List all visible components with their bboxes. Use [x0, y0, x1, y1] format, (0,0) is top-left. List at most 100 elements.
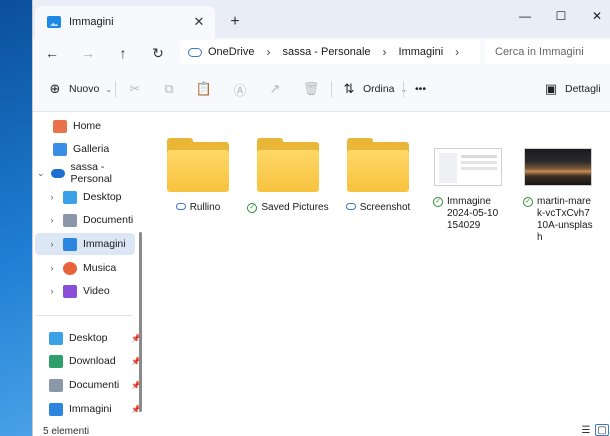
sidebar-item-pictures[interactable]: › Immagini	[35, 233, 135, 255]
sort-button[interactable]: ⇅ Ordina ⌄	[341, 79, 408, 99]
sidebar-item-label: Video	[83, 285, 110, 297]
item-name: Saved Pictures	[261, 202, 329, 213]
download-icon	[49, 354, 63, 368]
sort-button-label: Ordina	[363, 83, 395, 95]
breadcrumb-onedrive[interactable]: OneDrive	[208, 46, 254, 58]
quick-access-documents[interactable]: Documenti 📌	[45, 374, 141, 396]
scissors-icon: ✂	[129, 81, 141, 96]
desktop-icon	[49, 331, 63, 345]
sidebar-item-gallery[interactable]: Galleria	[35, 138, 135, 160]
command-bar: ⊕ Nuovo ⌄ ✂ ⧉ 📋 Ⓐ ↗ 🗑 ⇅ Ordina ⌄ ••• ▣ D…	[33, 66, 610, 112]
title-bar: Immagini ✕ + — ☐ ✕	[33, 0, 610, 38]
quick-access-download[interactable]: Download 📌	[45, 350, 141, 372]
maximize-button[interactable]: ☐	[543, 6, 579, 26]
details-pane-icon: ▣	[544, 81, 558, 96]
folder-item[interactable]: ✓ Saved Pictures	[243, 138, 333, 214]
details-button[interactable]: ▣ Dettagli	[543, 79, 601, 99]
new-button[interactable]: ⊕ Nuovo ⌄	[47, 79, 113, 99]
breadcrumb-separator[interactable]: ›	[383, 45, 387, 59]
synced-check-icon: ✓	[523, 197, 533, 207]
sidebar-item-label: Download	[69, 355, 116, 367]
share-button[interactable]: ↗	[267, 79, 283, 99]
cut-button[interactable]: ✂	[127, 79, 143, 99]
home-icon	[53, 119, 67, 133]
expand-closed-icon[interactable]: ›	[45, 263, 59, 273]
paste-button[interactable]: 📋	[196, 79, 212, 99]
tiles-view-icon[interactable]: ▢	[595, 424, 609, 436]
refresh-button[interactable]: ↻	[147, 42, 169, 64]
details-button-label: Dettagli	[565, 83, 601, 95]
rename-icon: Ⓐ	[233, 82, 247, 98]
new-tab-button[interactable]: +	[225, 12, 245, 32]
item-name: martin-marek-vcTxCvh710A-unsplash	[537, 196, 593, 243]
quick-access-desktop[interactable]: Desktop 📌	[45, 327, 141, 349]
sidebar-divider	[37, 315, 133, 316]
folder-item[interactable]: Rullino	[153, 138, 243, 214]
copy-button[interactable]: ⧉	[161, 79, 177, 99]
video-icon	[63, 284, 77, 298]
file-item[interactable]: ✓ Immagine 2024-05-10 154029	[423, 142, 513, 232]
item-name: Rullino	[189, 202, 221, 213]
navigation-pane: Home Galleria ⌄ sassa - Personal › Deskt…	[33, 112, 143, 424]
up-button[interactable]: ↑	[112, 42, 134, 64]
forward-button[interactable]: →	[77, 42, 99, 64]
details-view-icon[interactable]: ☰	[579, 424, 593, 436]
documents-icon	[49, 378, 63, 392]
breadcrumb-separator[interactable]: ›	[266, 45, 270, 59]
item-name: Immagine 2024-05-10 154029	[447, 196, 499, 231]
onedrive-cloud-icon	[188, 47, 202, 57]
sidebar-item-home[interactable]: Home	[35, 115, 135, 137]
item-label: ✓ Immagine 2024-05-10 154029	[433, 196, 503, 232]
minimize-button[interactable]: —	[507, 6, 543, 26]
trash-icon: 🗑	[302, 81, 320, 96]
sidebar-item-label: Documenti	[83, 214, 134, 226]
toolbar-divider	[331, 81, 332, 97]
expand-closed-icon[interactable]: ›	[45, 286, 59, 296]
tab-title: Immagini	[69, 16, 114, 28]
gallery-icon	[53, 142, 67, 156]
search-input[interactable]: Cerca in Immagini	[485, 40, 610, 64]
tab-immagini[interactable]: Immagini ✕	[35, 6, 215, 38]
item-label: Screenshot	[345, 202, 410, 214]
breadcrumb-separator[interactable]: ›	[455, 45, 459, 59]
sidebar-item-label: Immagini	[69, 403, 112, 415]
clipboard-icon: 📋	[195, 81, 213, 96]
sidebar-item-label: Desktop	[83, 191, 122, 203]
delete-button[interactable]: 🗑	[302, 79, 320, 99]
documents-icon	[63, 213, 77, 227]
rename-button[interactable]: Ⓐ	[232, 79, 248, 99]
expand-closed-icon[interactable]: ›	[45, 215, 59, 225]
sidebar-item-onedrive[interactable]: ⌄ sassa - Personal	[35, 161, 135, 185]
expand-closed-icon[interactable]: ›	[45, 239, 59, 249]
sidebar-item-label: Desktop	[69, 332, 108, 344]
file-item[interactable]: ✓ martin-marek-vcTxCvh710A-unsplash	[513, 142, 603, 244]
expand-closed-icon[interactable]: ›	[45, 192, 59, 202]
sidebar-item-music[interactable]: › Musica	[45, 257, 135, 279]
sidebar-item-desktop[interactable]: › Desktop	[45, 186, 135, 208]
sidebar-item-label: Musica	[83, 262, 117, 274]
folder-item[interactable]: Screenshot	[333, 138, 423, 214]
back-button[interactable]: ←	[41, 42, 63, 64]
synced-check-icon: ✓	[247, 203, 258, 213]
file-list: Rullino ✓ Saved Pictures Screenshot ✓ Im…	[147, 112, 610, 424]
more-options-button[interactable]: •••	[415, 79, 426, 99]
sidebar-item-video[interactable]: › Video	[45, 280, 135, 302]
close-tab-icon[interactable]: ✕	[191, 14, 207, 30]
sort-arrows-icon: ⇅	[343, 81, 355, 96]
breadcrumb-immagini[interactable]: Immagini	[399, 46, 444, 58]
pictures-folder-icon	[47, 16, 61, 28]
sidebar-item-documents[interactable]: › Documenti	[45, 209, 135, 231]
breadcrumb-personal[interactable]: sassa - Personale	[282, 46, 370, 58]
sidebar-item-label: sassa - Personal	[70, 161, 112, 185]
share-icon: ↗	[269, 81, 281, 96]
desktop-icon	[63, 190, 77, 204]
item-label: Rullino	[175, 202, 221, 214]
sidebar-scrollbar[interactable]	[139, 232, 142, 412]
toolbar-divider	[115, 81, 116, 97]
address-bar[interactable]: OneDrive › sassa - Personale › Immagini …	[180, 40, 480, 64]
expand-open-icon[interactable]: ⌄	[35, 168, 47, 179]
close-window-button[interactable]: ✕	[579, 6, 610, 26]
item-label: ✓ martin-marek-vcTxCvh710A-unsplash	[523, 196, 593, 244]
plus-circle-icon: ⊕	[49, 81, 61, 96]
quick-access-pictures[interactable]: Immagini 📌	[45, 398, 141, 420]
